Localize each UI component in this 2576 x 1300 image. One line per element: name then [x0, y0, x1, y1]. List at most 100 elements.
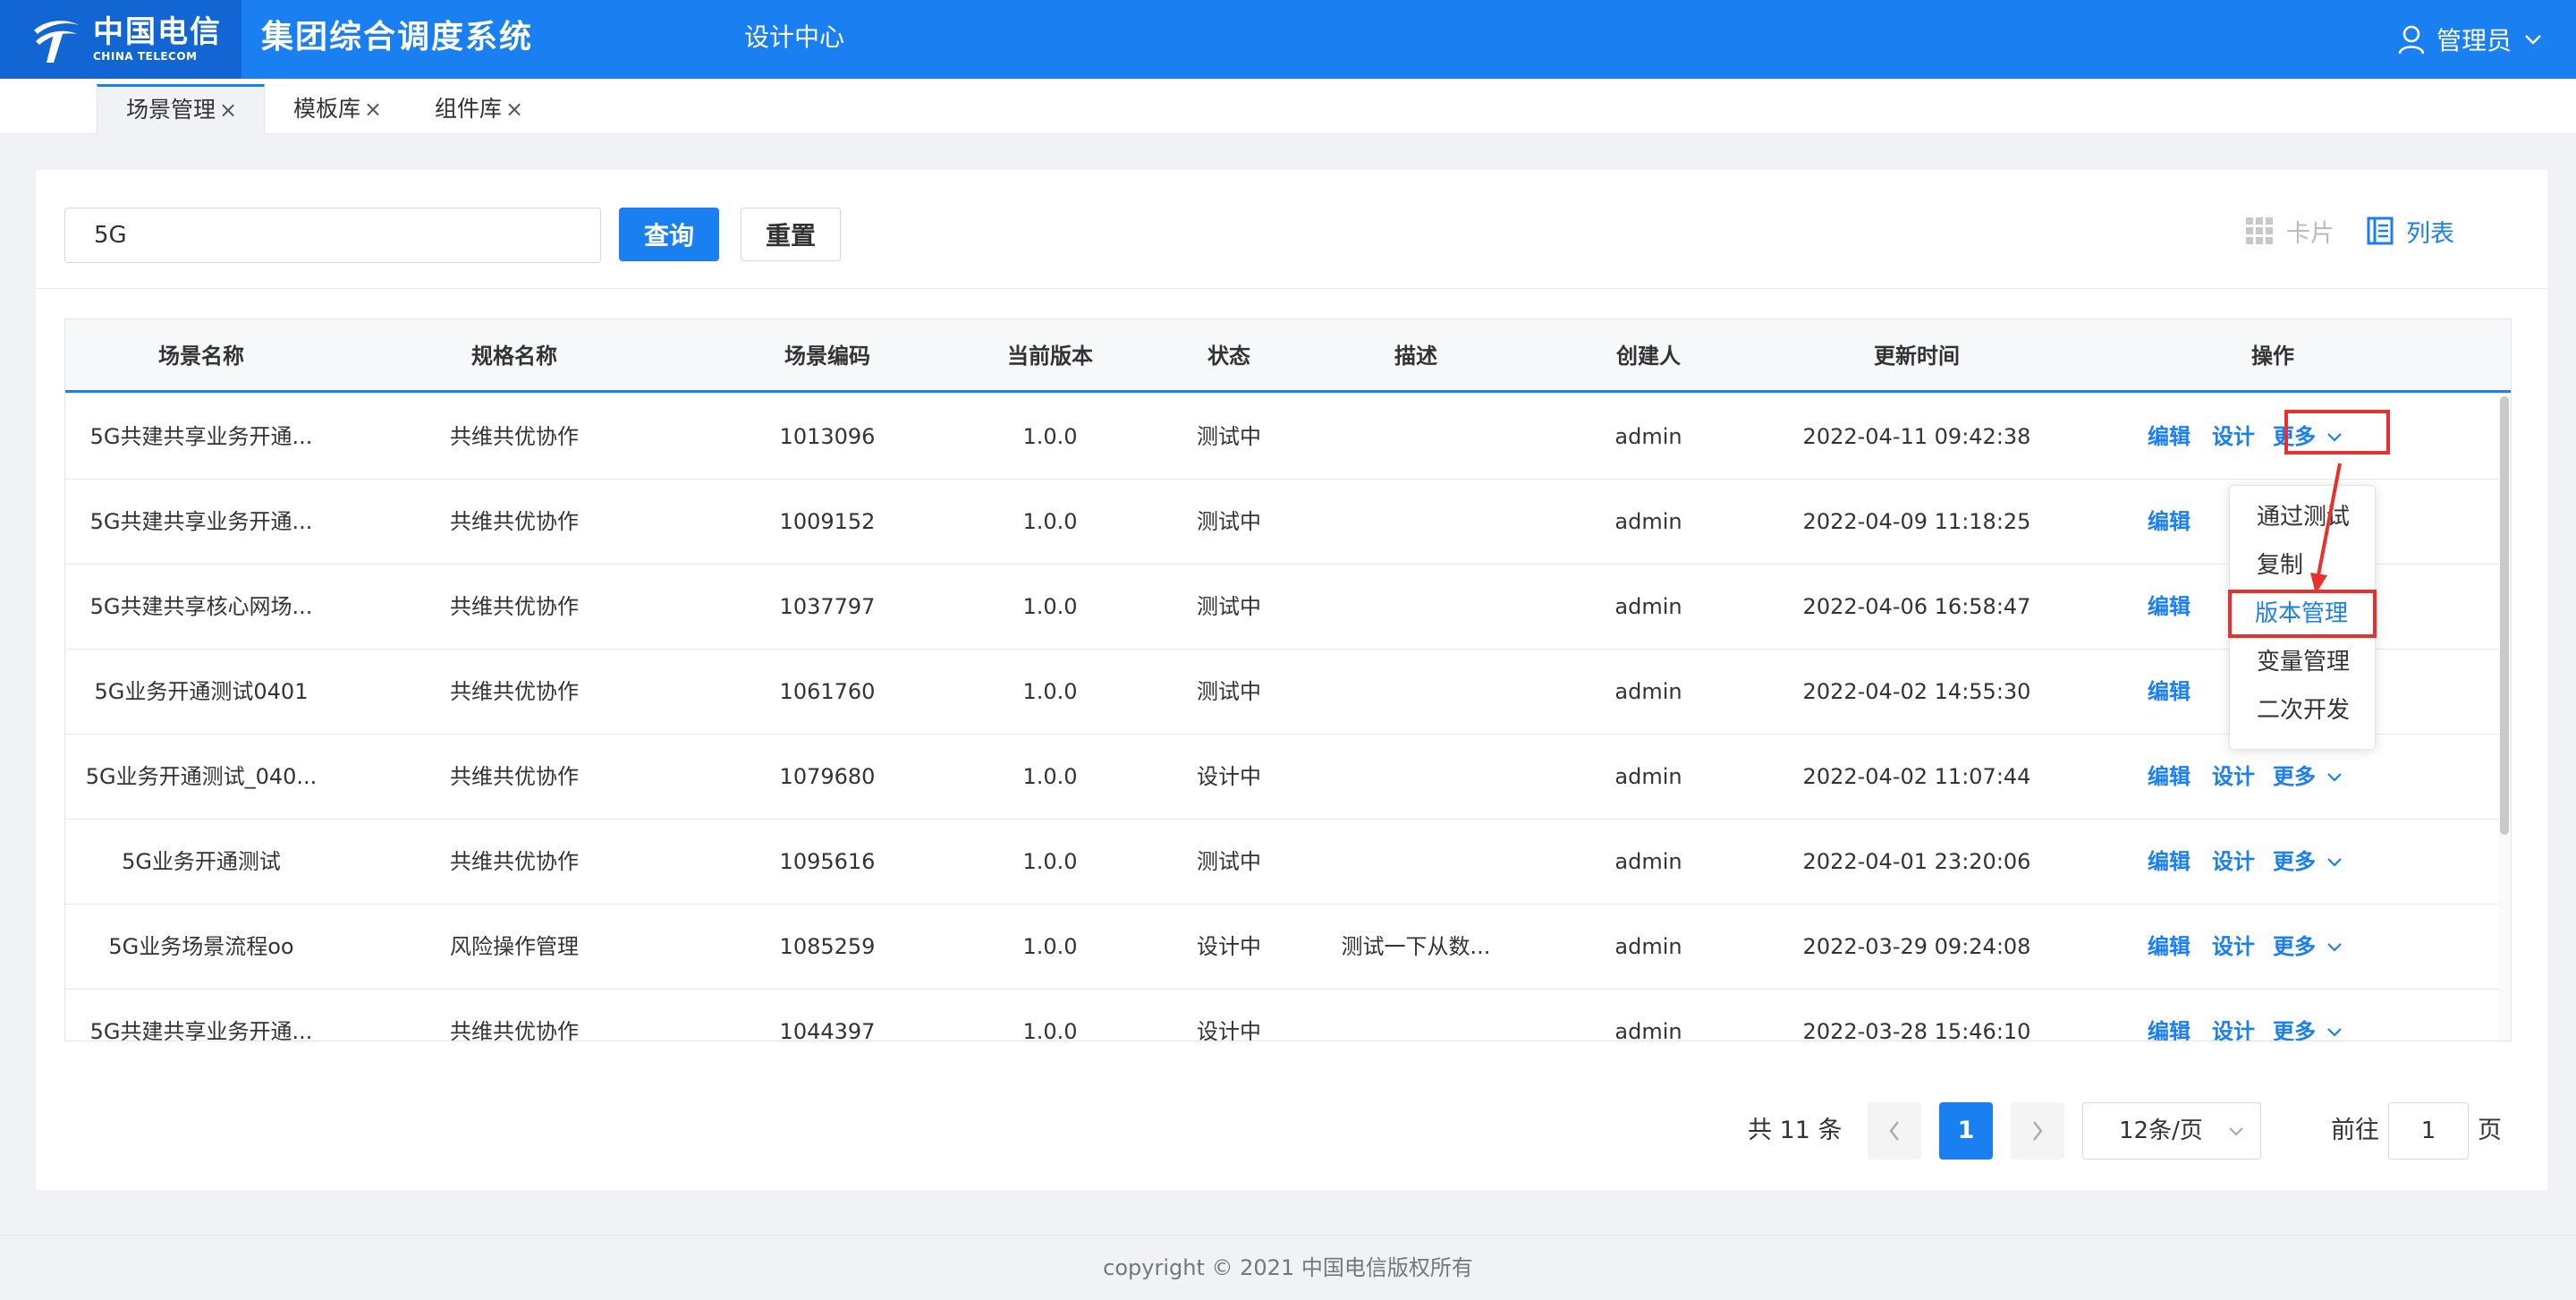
more-dropdown-trigger[interactable]: 更多 — [2273, 905, 2343, 990]
edit-link[interactable]: 编辑 — [2148, 820, 2190, 905]
column-header[interactable]: 规格名称 — [471, 319, 557, 393]
menu-item-pass-test[interactable]: 通过测试 — [2230, 493, 2377, 541]
cell-scene-name: 5G业务开通测试 — [122, 849, 281, 874]
chevron-left-icon — [1889, 1121, 1899, 1141]
view-list-toggle[interactable]: 列表 — [2367, 213, 2454, 249]
page-number-current[interactable]: 1 — [1939, 1102, 1993, 1160]
close-icon[interactable]: × — [505, 97, 523, 122]
content-card: 查询 重置 卡片 列表 场景名称 规格名称 场景编码 当前版本 状态 描述 创建… — [36, 170, 2547, 1190]
menu-item-variable-management[interactable]: 变量管理 — [2230, 638, 2377, 686]
page-suffix-label: 页 — [2478, 1117, 2502, 1144]
chevron-down-icon — [2327, 1027, 2342, 1037]
edit-link[interactable]: 编辑 — [2148, 905, 2190, 990]
pagination-total: 共 11 条 — [1748, 1117, 1843, 1144]
cell-status: 测试中 — [1197, 849, 1261, 874]
cell-spec-name: 共维共优协作 — [450, 594, 579, 619]
cell-status: 测试中 — [1197, 509, 1261, 534]
cell-version: 1.0.0 — [1022, 509, 1078, 534]
edit-link[interactable]: 编辑 — [2148, 395, 2190, 480]
edit-link[interactable]: 编辑 — [2148, 480, 2190, 565]
cell-spec-name: 共维共优协作 — [450, 424, 579, 449]
goto-page-input[interactable] — [2388, 1102, 2469, 1160]
reset-button[interactable]: 重置 — [741, 208, 841, 261]
design-link[interactable]: 设计 — [2212, 395, 2255, 480]
cell-spec-name: 共维共优协作 — [450, 1019, 579, 1041]
user-menu[interactable]: 管理员 — [2397, 0, 2553, 79]
tab-template-library[interactable]: 模板库 × — [265, 84, 393, 134]
china-telecom-logo-icon — [34, 21, 79, 63]
view-card-toggle[interactable]: 卡片 — [2245, 213, 2334, 249]
cell-spec-name: 共维共优协作 — [450, 509, 579, 534]
cell-status: 测试中 — [1197, 424, 1261, 449]
column-header[interactable]: 操作 — [2251, 319, 2294, 393]
design-link[interactable]: 设计 — [2212, 990, 2255, 1041]
table-row[interactable]: 5G业务开通测试_040... 共维共优协作 1079680 1.0.0 设计中 admi… — [65, 735, 2500, 820]
design-link[interactable]: 设计 — [2212, 820, 2255, 905]
table-row[interactable]: 5G共建共享核心网场... 共维共优协作 1037797 1.0.0 测试中 admin 2… — [65, 565, 2500, 650]
chevron-down-icon — [2229, 1127, 2243, 1136]
column-header[interactable]: 状态 — [1208, 319, 1250, 393]
nav-design-center[interactable]: 设计中心 — [744, 0, 844, 79]
cell-version: 1.0.0 — [1022, 849, 1078, 874]
cell-scene-code: 1079680 — [779, 764, 876, 789]
column-header[interactable]: 场景名称 — [158, 319, 244, 393]
cell-scene-name: 5G业务场景流程oo — [108, 934, 294, 959]
table-row[interactable]: 5G业务场景流程oo 风险操作管理 1085259 1.0.0 设计中 测试一下从数...… — [65, 905, 2500, 990]
view-card-label: 卡片 — [2286, 219, 2334, 248]
cell-scene-code: 1085259 — [779, 934, 876, 959]
scrollbar-thumb[interactable] — [2500, 396, 2509, 835]
edit-link[interactable]: 编辑 — [2148, 565, 2190, 650]
cell-scene-code: 1009152 — [779, 509, 876, 534]
prev-page-button[interactable] — [1868, 1102, 1921, 1160]
menu-item-copy[interactable]: 复制 — [2230, 541, 2377, 590]
cell-status: 设计中 — [1197, 764, 1261, 789]
cell-scene-name: 5G共建共享业务开通... — [89, 424, 313, 449]
cell-scene-name: 5G业务开通测试0401 — [94, 679, 309, 704]
table-row[interactable]: 5G业务开通测试 共维共优协作 1095616 1.0.0 测试中 admin 2022-0… — [65, 820, 2500, 905]
cell-creator: admin — [1614, 764, 1682, 789]
cell-version: 1.0.0 — [1022, 764, 1078, 789]
cell-updated-time: 2022-04-09 11:18:25 — [1802, 509, 2031, 534]
cell-scene-name: 5G共建共享业务开通... — [89, 509, 313, 534]
column-header[interactable]: 场景编码 — [784, 319, 870, 393]
next-page-button[interactable] — [2011, 1102, 2064, 1160]
cell-status: 测试中 — [1197, 594, 1261, 619]
cell-creator: admin — [1614, 679, 1682, 704]
chevron-right-icon — [2033, 1121, 2043, 1141]
search-input[interactable] — [64, 208, 601, 263]
user-icon — [2398, 25, 2425, 55]
cell-creator: admin — [1614, 594, 1682, 619]
table-header: 场景名称 规格名称 场景编码 当前版本 状态 描述 创建人 更新时间 操作 — [65, 319, 2511, 393]
column-header[interactable]: 更新时间 — [1874, 319, 1960, 393]
brand-logo[interactable]: 中国电信 CHINA TELECOM — [0, 0, 242, 79]
query-button[interactable]: 查询 — [619, 208, 719, 261]
design-link[interactable]: 设计 — [2212, 905, 2255, 990]
menu-item-version-management[interactable]: 版本管理 — [2228, 590, 2377, 638]
column-header[interactable]: 当前版本 — [1007, 319, 1093, 393]
menu-item-secondary-development[interactable]: 二次开发 — [2230, 686, 2377, 735]
table-row[interactable]: 5G共建共享业务开通... 共维共优协作 1013096 1.0.0 测试中 admin 2… — [65, 395, 2500, 480]
cell-scene-code: 1044397 — [779, 1019, 876, 1041]
table-row[interactable]: 5G共建共享业务开通... 共维共优协作 1009152 1.0.0 测试中 admin 2… — [65, 480, 2500, 565]
column-header[interactable]: 描述 — [1394, 319, 1437, 393]
cell-version: 1.0.0 — [1022, 934, 1078, 959]
edit-link[interactable]: 编辑 — [2148, 990, 2190, 1041]
tab-scene-management[interactable]: 场景管理 × — [97, 84, 265, 134]
close-icon[interactable]: × — [364, 97, 382, 122]
divider — [36, 288, 2547, 289]
table-row[interactable]: 5G共建共享业务开通... 共维共优协作 1044397 1.0.0 设计中 admin 2… — [65, 990, 2500, 1041]
page-footer: copyright © 2021 中国电信版权所有 — [0, 1235, 2576, 1297]
cell-spec-name: 共维共优协作 — [450, 764, 579, 789]
list-icon — [2367, 217, 2394, 245]
more-dropdown-trigger[interactable]: 更多 — [2273, 820, 2343, 905]
more-label: 更多 — [2273, 1019, 2316, 1041]
cell-version: 1.0.0 — [1022, 679, 1078, 704]
table-row[interactable]: 5G业务开通测试0401 共维共优协作 1061760 1.0.0 测试中 admin 20… — [65, 650, 2500, 735]
tab-component-library[interactable]: 组件库 × — [406, 84, 534, 134]
page-size-select[interactable]: 12条/页 — [2082, 1102, 2261, 1160]
column-header[interactable]: 创建人 — [1616, 319, 1681, 393]
close-icon[interactable]: × — [219, 98, 237, 123]
more-dropdown-trigger[interactable]: 更多 — [2273, 990, 2343, 1041]
edit-link[interactable]: 编辑 — [2148, 735, 2190, 820]
edit-link[interactable]: 编辑 — [2148, 650, 2190, 735]
